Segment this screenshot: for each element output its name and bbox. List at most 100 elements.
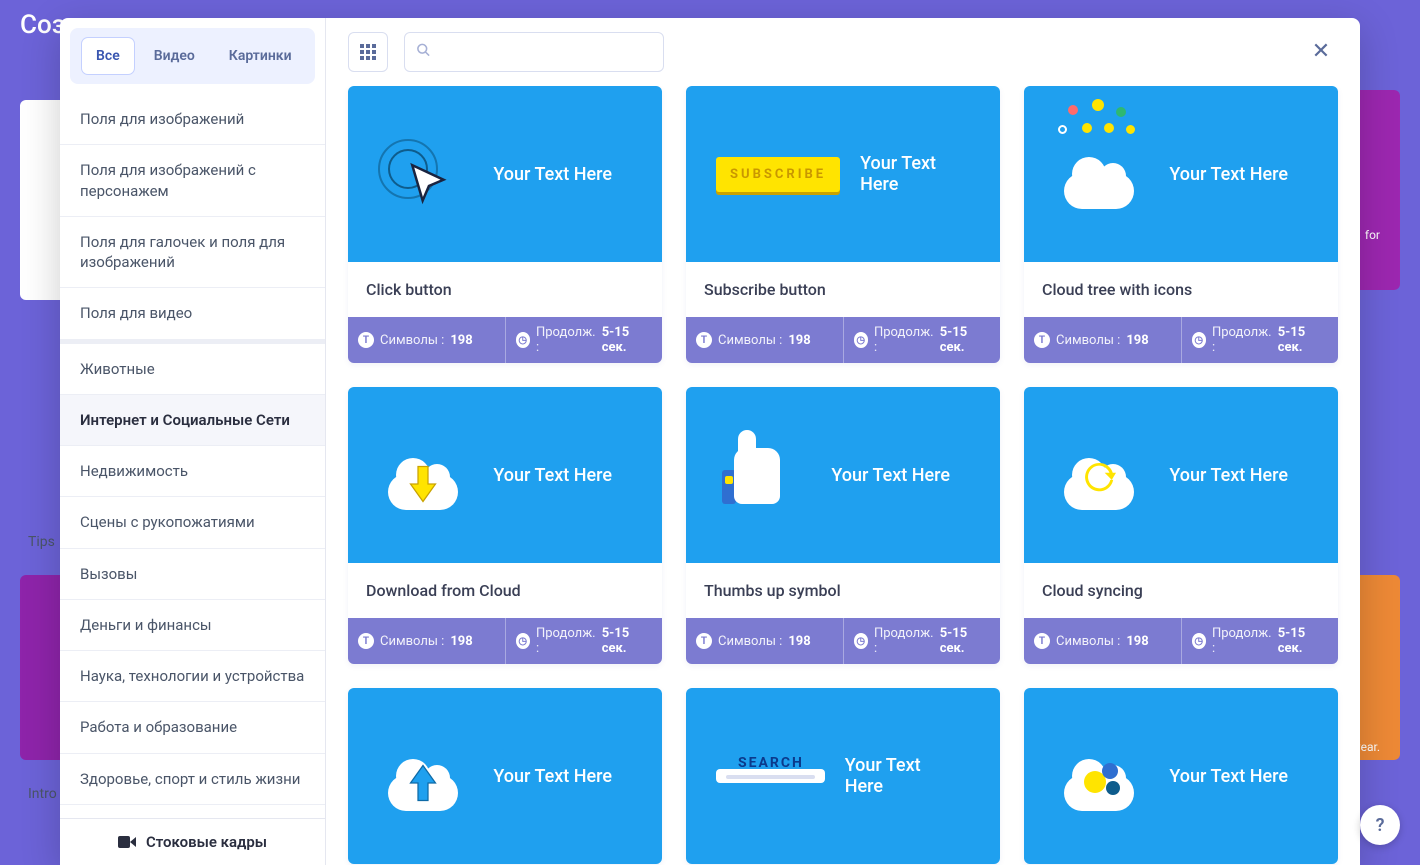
template-card[interactable]: Your Text Here Download from Cloud TСимв… (348, 387, 662, 664)
background-label-intro: Intro (28, 786, 57, 802)
sidebar-item[interactable]: Отзывы (60, 805, 325, 818)
template-title: Cloud tree with icons (1024, 262, 1338, 317)
template-preview: Your Text Here (348, 387, 662, 563)
background-text: for (1365, 228, 1380, 242)
template-meta: TСимволы : 198 ◷Продолж. : 5-15 сек. (348, 618, 662, 664)
placeholder-text: Your Text Here (1169, 465, 1288, 486)
clock-icon: ◷ (1192, 633, 1206, 649)
template-card[interactable]: Your Text Here Click button TСимволы : 1… (348, 86, 662, 363)
template-preview: SUBSCRIBE Your Text Here (686, 86, 1000, 262)
template-meta: TСимволы : 198 ◷Продолж. : 5-15 сек. (1024, 317, 1338, 363)
template-title: Cloud syncing (1024, 563, 1338, 618)
close-button[interactable]: ✕ (1306, 36, 1336, 66)
stock-footage-label: Стоковые кадры (146, 833, 267, 851)
sidebar: Все Видео Картинки Поля для изображений … (60, 18, 326, 865)
template-meta: TСимволы : 198 ◷Продолж. : 5-15 сек. (686, 317, 1000, 363)
template-title: Thumbs up symbol (686, 563, 1000, 618)
cards-scroll[interactable]: Your Text Here Click button TСимволы : 1… (326, 86, 1360, 865)
template-card[interactable]: SUBSCRIBE Your Text Here Subscribe butto… (686, 86, 1000, 363)
template-picker-modal: Все Видео Картинки Поля для изображений … (60, 18, 1360, 865)
search-icon (416, 43, 431, 62)
main-header (326, 18, 1360, 86)
template-preview: Your Text Here (1024, 688, 1338, 864)
text-icon: T (696, 332, 712, 348)
video-camera-icon (118, 836, 136, 848)
tab-all[interactable]: Все (82, 38, 134, 74)
sidebar-item[interactable]: Здоровье, спорт и стиль жизни (60, 754, 325, 805)
template-preview: Your Text Here (1024, 387, 1338, 563)
placeholder-text: Your Text Here (860, 153, 950, 195)
template-title: Download from Cloud (348, 563, 662, 618)
stock-footage-button[interactable]: Стоковые кадры (60, 818, 325, 865)
type-tabs: Все Видео Картинки (70, 28, 315, 84)
subscribe-pill-icon: SUBSCRIBE (716, 157, 840, 192)
templates-grid: Your Text Here Click button TСимволы : 1… (348, 86, 1338, 864)
template-card[interactable]: Your Text Here (348, 688, 662, 864)
search-bar-icon: SEARCH (716, 769, 825, 783)
cloud-tree-icon (1054, 139, 1144, 209)
template-preview: Your Text Here (1024, 86, 1338, 262)
background-title-fragment: Соз (20, 10, 65, 40)
template-title: Click button (348, 262, 662, 317)
sidebar-item[interactable]: Деньги и финансы (60, 600, 325, 651)
search-input[interactable] (404, 32, 664, 72)
template-meta: TСимволы : 198 ◷Продолж. : 5-15 сек. (1024, 618, 1338, 664)
sidebar-item[interactable]: Вызовы (60, 549, 325, 600)
template-card[interactable]: Your Text Here Cloud syncing TСимволы : … (1024, 387, 1338, 664)
clock-icon: ◷ (516, 332, 530, 348)
placeholder-text: Your Text Here (1169, 766, 1288, 787)
cursor-icon (378, 129, 468, 219)
cloud-upload-icon (378, 741, 468, 811)
grid-icon (360, 44, 376, 60)
sidebar-item[interactable]: Поля для изображений с персонажем (60, 145, 325, 217)
search-field-wrap (404, 32, 664, 72)
template-meta: TСимволы : 198 ◷Продолж. : 5-15 сек. (348, 317, 662, 363)
sidebar-item[interactable]: Поля для изображений (60, 94, 325, 145)
template-preview: Your Text Here (348, 86, 662, 262)
template-card[interactable]: Your Text Here (1024, 688, 1338, 864)
sidebar-item[interactable]: Недвижимость (60, 446, 325, 497)
grid-view-button[interactable] (348, 32, 388, 72)
text-icon: T (1034, 633, 1050, 649)
sidebar-item[interactable]: Работа и образование (60, 702, 325, 753)
main-panel: ✕ Your Text Here Click button TСимволы : (326, 18, 1360, 865)
placeholder-text: Your Text Here (493, 164, 612, 185)
tab-images[interactable]: Картинки (215, 38, 306, 74)
sidebar-item[interactable]: Наука, технологии и устройства (60, 651, 325, 702)
sidebar-item[interactable]: Поля для видео (60, 288, 325, 339)
placeholder-text: Your Text Here (493, 766, 612, 787)
placeholder-text: Your Text Here (831, 465, 950, 486)
tab-video[interactable]: Видео (140, 38, 209, 74)
background-label-tips: Tips (28, 534, 55, 550)
help-icon: ? (1376, 815, 1385, 836)
sidebar-item[interactable]: Сцены с рукопожатиями (60, 497, 325, 548)
clock-icon: ◷ (516, 633, 530, 649)
text-icon: T (1034, 332, 1050, 348)
placeholder-text: Your Text Here (845, 755, 950, 797)
clock-icon: ◷ (854, 633, 868, 649)
template-preview: Your Text Here (348, 688, 662, 864)
help-button[interactable]: ? (1360, 805, 1400, 845)
template-card[interactable]: SEARCH Your Text Here (686, 688, 1000, 864)
text-icon: T (696, 633, 712, 649)
thumbs-up-icon (716, 440, 786, 510)
close-icon: ✕ (1312, 39, 1330, 64)
text-icon: T (358, 332, 374, 348)
placeholder-text: Your Text Here (1169, 164, 1288, 185)
cloud-sync-icon (1054, 440, 1144, 510)
clock-icon: ◷ (854, 332, 868, 348)
cloud-gears-icon (1054, 741, 1144, 811)
cloud-download-icon (378, 440, 468, 510)
sidebar-item[interactable]: Животные (60, 340, 325, 395)
template-preview: SEARCH Your Text Here (686, 688, 1000, 864)
template-preview: Your Text Here (686, 387, 1000, 563)
template-meta: TСимволы : 198 ◷Продолж. : 5-15 сек. (686, 618, 1000, 664)
sidebar-item-active[interactable]: Интернет и Социальные Сети (60, 395, 325, 446)
text-icon: T (358, 633, 374, 649)
template-title: Subscribe button (686, 262, 1000, 317)
sidebar-item[interactable]: Поля для галочек и поля для изображений (60, 217, 325, 289)
template-card[interactable]: Your Text Here Thumbs up symbol TСимволы… (686, 387, 1000, 664)
sidebar-categories[interactable]: Поля для изображений Поля для изображени… (60, 94, 325, 818)
template-card[interactable]: Your Text Here Cloud tree with icons TСи… (1024, 86, 1338, 363)
placeholder-text: Your Text Here (493, 465, 612, 486)
